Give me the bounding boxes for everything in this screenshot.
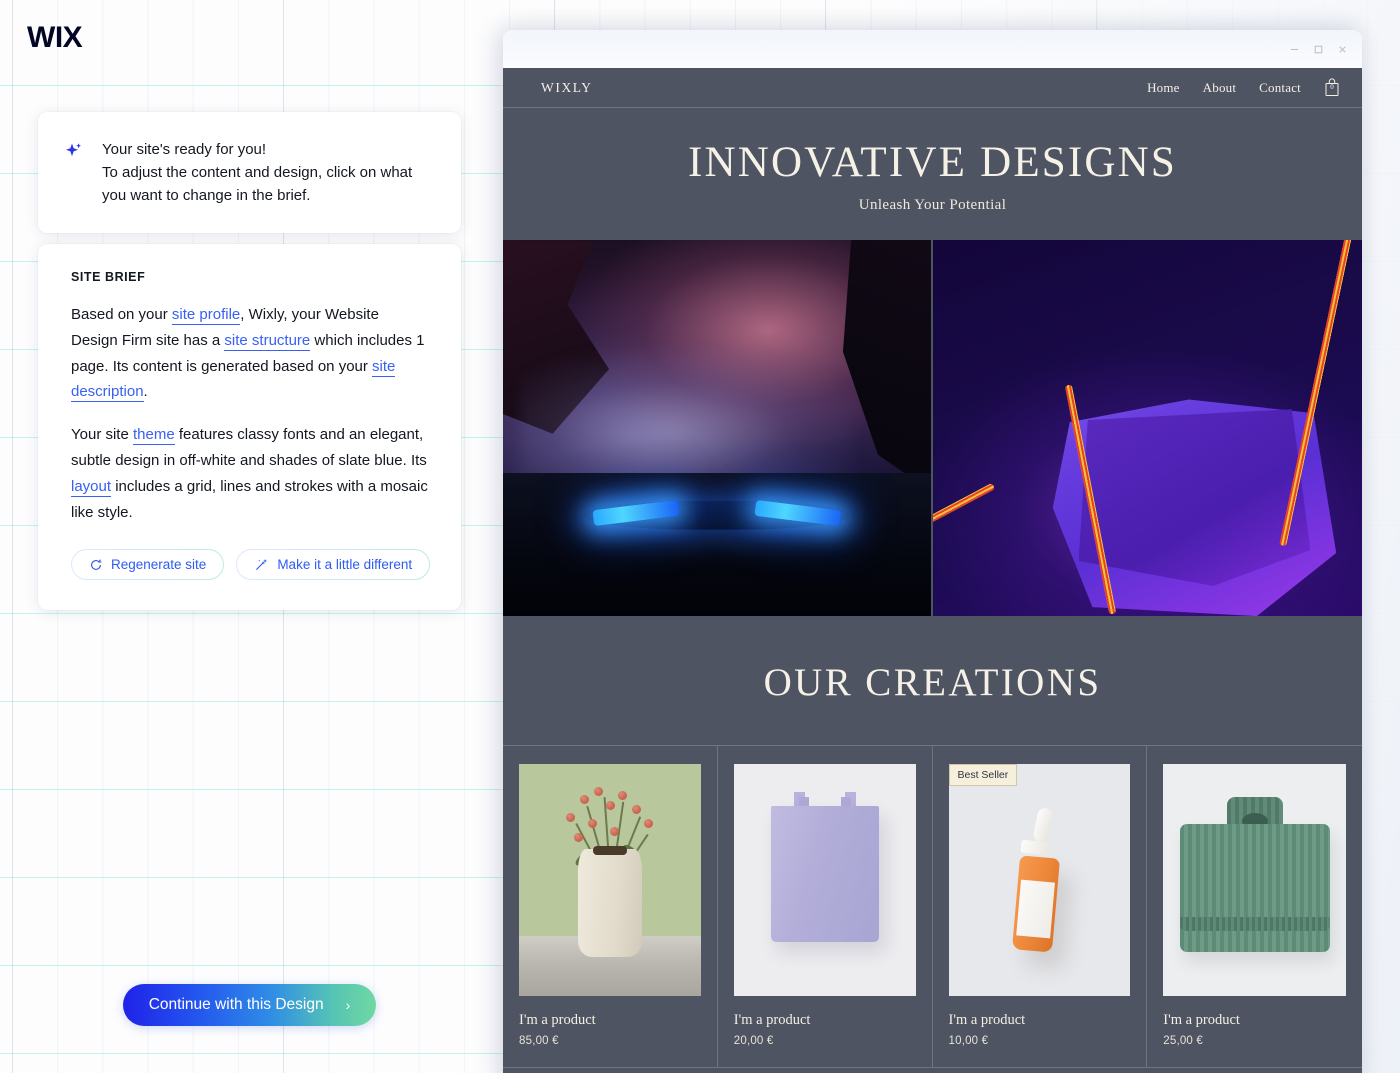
brief-p2-text-1: Your site (71, 426, 133, 444)
product-image-green-ribbed-turtleneck-sweater (1163, 764, 1346, 997)
brief-paragraph-2: Your site theme features classy fonts an… (71, 422, 429, 525)
product-price: 10,00 € (948, 1035, 989, 1048)
site-brief-card: SITE BRIEF Based on your site profile, W… (38, 244, 461, 611)
product-name: I'm a product (948, 1012, 1026, 1029)
product-image-orange-serum-dropper-bottle: Best Seller (948, 764, 1131, 997)
regenerate-site-button[interactable]: Regenerate site (71, 549, 224, 580)
site-preview-window: WIXLY Home About Contact 0 INNOVATIVE DE… (503, 30, 1362, 1073)
site-brand-logo[interactable]: WIXLY (541, 80, 593, 96)
creations-heading: OUR CREATIONS (763, 661, 1102, 705)
layout-link[interactable]: layout (71, 477, 112, 497)
theme-link[interactable]: theme (133, 426, 175, 446)
status-badge: Best Seller (948, 764, 1018, 787)
site-brief-title: SITE BRIEF (71, 270, 146, 284)
hero-image-purple-lit-object-with-ropes (932, 240, 1362, 617)
magic-wand-icon (254, 557, 269, 572)
product-price: 25,00 € (1163, 1035, 1204, 1048)
wix-logo: WIX (27, 21, 83, 54)
nav-link-home[interactable]: Home (1147, 80, 1180, 96)
brief-p2-text-3: includes a grid, lines and strokes with … (71, 477, 428, 521)
maximize-icon[interactable] (1313, 44, 1324, 55)
make-it-different-label: Make it a little different (277, 557, 413, 573)
nav-link-about[interactable]: About (1203, 80, 1237, 96)
hero-section-header: INNOVATIVE DESIGNS Unleash Your Potentia… (503, 108, 1362, 240)
chevron-right-icon: › (345, 997, 351, 1013)
product-card[interactable]: I'm a product 85,00 € (503, 746, 718, 1068)
load-more-section: Load More (503, 1067, 1362, 1073)
make-it-different-button[interactable]: Make it a little different (236, 549, 430, 580)
regenerate-site-label: Regenerate site (111, 557, 207, 573)
product-card[interactable]: I'm a product 25,00 € (1147, 746, 1362, 1067)
product-name: I'm a product (1163, 1012, 1240, 1029)
sparkle-icon (64, 141, 84, 207)
wix-site-generator-screen: WIX Your site's ready for you! To adjust… (0, 0, 1400, 1073)
toast-line-2: To adjust the content and design, click … (102, 164, 413, 204)
product-card[interactable]: I'm a product 20,00 € (718, 746, 933, 1068)
brief-p1-text-1: Based on your (71, 306, 172, 323)
toast-line-1: Your site's ready for you! (102, 141, 267, 158)
site-navbar: WIXLY Home About Contact 0 (503, 68, 1362, 108)
brief-actions: Regenerate site Make it a little differe… (71, 549, 429, 580)
close-icon[interactable] (1337, 44, 1348, 55)
hero-subtitle: Unleash Your Potential (858, 197, 1007, 214)
continue-with-this-design-button[interactable]: Continue with this Design › (123, 984, 376, 1026)
product-price: 85,00 € (519, 1035, 559, 1048)
brief-p1-text-4: . (143, 383, 148, 401)
ready-toast-card: Your site's ready for you! To adjust the… (38, 112, 461, 233)
product-name: I'm a product (733, 1012, 811, 1029)
site-profile-link[interactable]: site profile (171, 306, 241, 325)
product-image-ceramic-vase-with-dried-flowers (519, 764, 701, 997)
site-nav-links: Home About Contact 0 (1147, 78, 1340, 97)
product-image-lavender-tote-bag (733, 764, 916, 997)
toast-message: Your site's ready for you! To adjust the… (102, 138, 431, 207)
product-card[interactable]: Best Seller I'm a product 10,00 € (933, 746, 1148, 1068)
site-structure-link[interactable]: site structure (224, 331, 311, 351)
continue-label: Continue with this Design (148, 996, 324, 1013)
hero-image-row (503, 240, 1362, 617)
generated-site-preview: WIXLY Home About Contact 0 INNOVATIVE DE… (503, 68, 1362, 1073)
product-price: 20,00 € (733, 1035, 774, 1048)
window-titlebar (503, 30, 1362, 68)
brief-paragraph-1: Based on your site profile, Wixly, your … (71, 302, 429, 405)
minimize-icon[interactable] (1289, 44, 1300, 55)
hero-image-dark-night-landscape-with-blue-glow (503, 240, 933, 617)
nav-link-contact[interactable]: Contact (1259, 80, 1301, 96)
shopping-bag-icon[interactable]: 0 (1324, 78, 1340, 97)
product-grid: I'm a product 85,00 € I'm a product 20,0… (503, 745, 1362, 1068)
refresh-icon (89, 558, 103, 572)
product-name: I'm a product (519, 1012, 596, 1029)
hero-title: INNOVATIVE DESIGNS (687, 139, 1178, 186)
